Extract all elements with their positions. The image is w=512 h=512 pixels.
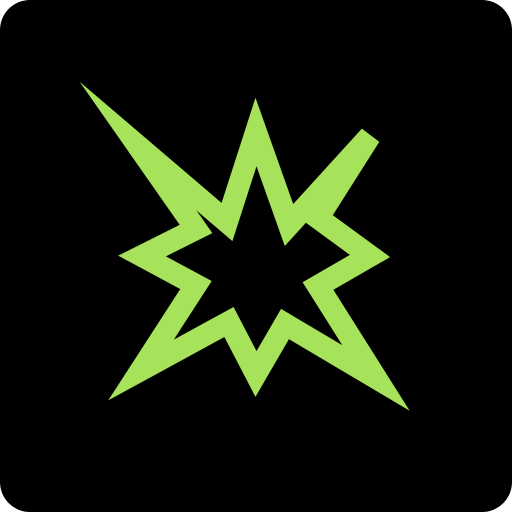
app-icon [0,0,512,512]
star-logo-icon [79,81,410,411]
star-outline [79,81,410,411]
